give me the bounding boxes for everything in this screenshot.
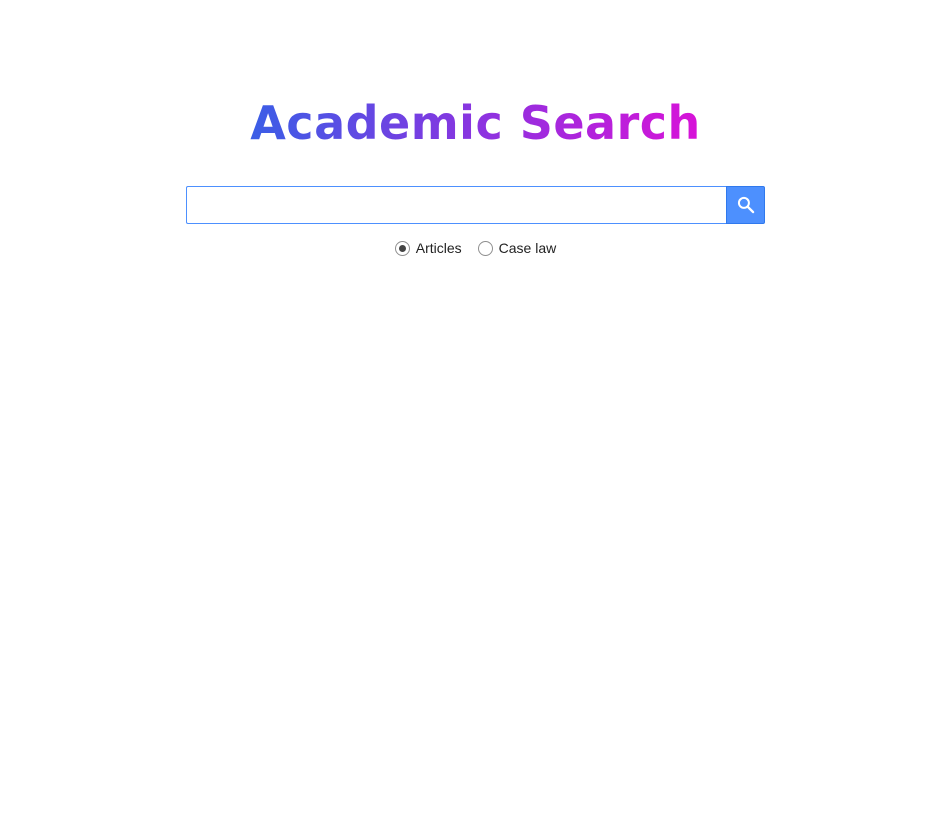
search-bar — [186, 186, 765, 224]
search-button[interactable] — [726, 186, 765, 224]
logo-text: Academic Search — [250, 96, 701, 150]
logo: Academic Search — [0, 92, 951, 154]
radio-label-case-law: Case law — [498, 240, 557, 256]
radio-button-articles[interactable] — [394, 240, 410, 256]
search-type-selector: Articles Case law — [0, 239, 951, 257]
radio-button-case-law[interactable] — [477, 240, 493, 256]
search-icon — [737, 196, 754, 214]
radio-option-case-law[interactable]: Case law — [477, 240, 557, 256]
page: Academic Search Articles Case law — [0, 0, 951, 833]
radio-label-articles: Articles — [415, 240, 462, 256]
radio-option-articles[interactable]: Articles — [394, 240, 462, 256]
search-input[interactable] — [186, 186, 726, 224]
